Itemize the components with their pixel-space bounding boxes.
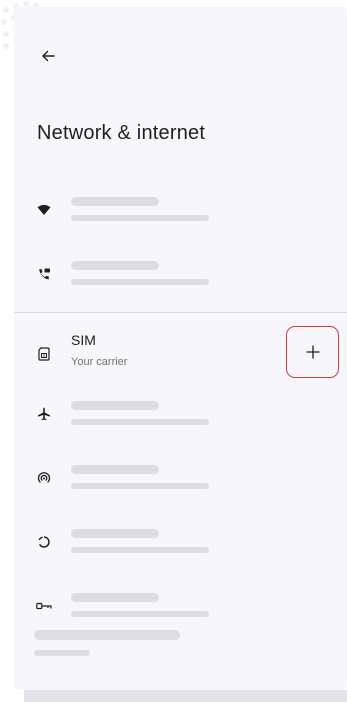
list-item-calls-sms[interactable] <box>14 250 347 298</box>
placeholder-text-line <box>71 547 209 553</box>
list-item-wifi[interactable] <box>14 186 347 234</box>
list-item-airplane-mode[interactable] <box>14 390 347 438</box>
sim-subtitle: Your carrier <box>71 356 128 368</box>
vpn-key-icon <box>36 598 52 614</box>
plus-icon <box>305 345 320 359</box>
sim-title: SIM <box>71 332 96 348</box>
placeholder-text-line <box>71 279 209 285</box>
list-item-vpn[interactable] <box>14 582 347 630</box>
back-button[interactable] <box>36 44 60 68</box>
airplane-icon <box>36 406 52 422</box>
placeholder-text-line <box>71 593 159 602</box>
add-sim-button[interactable] <box>286 326 339 378</box>
placeholder-footer-line <box>34 630 180 640</box>
sim-card-icon <box>36 346 52 362</box>
placeholder-text-line <box>71 197 159 206</box>
page-title: Network & internet <box>37 122 206 144</box>
placeholder-text-line <box>71 419 209 425</box>
calls-sms-icon <box>36 266 52 282</box>
list-item-hotspot[interactable] <box>14 454 347 502</box>
placeholder-text-line <box>71 261 159 270</box>
placeholder-text-line <box>71 465 159 474</box>
hotspot-icon <box>36 470 52 486</box>
arrow-back-icon <box>42 50 55 62</box>
placeholder-text-line <box>71 529 159 538</box>
placeholder-footer-line <box>34 650 90 656</box>
placeholder-text-line <box>71 215 209 221</box>
wifi-icon <box>36 202 52 218</box>
placeholder-text-line <box>71 483 209 489</box>
list-item-data-saver[interactable] <box>14 518 347 566</box>
data-saver-icon <box>36 534 52 550</box>
placeholder-text-line <box>71 401 159 410</box>
placeholder-text-line <box>71 611 209 617</box>
settings-panel: Network & internet SIM Your carrier <box>14 6 347 690</box>
bottom-shadow-bar <box>24 690 347 702</box>
section-divider <box>14 312 347 313</box>
